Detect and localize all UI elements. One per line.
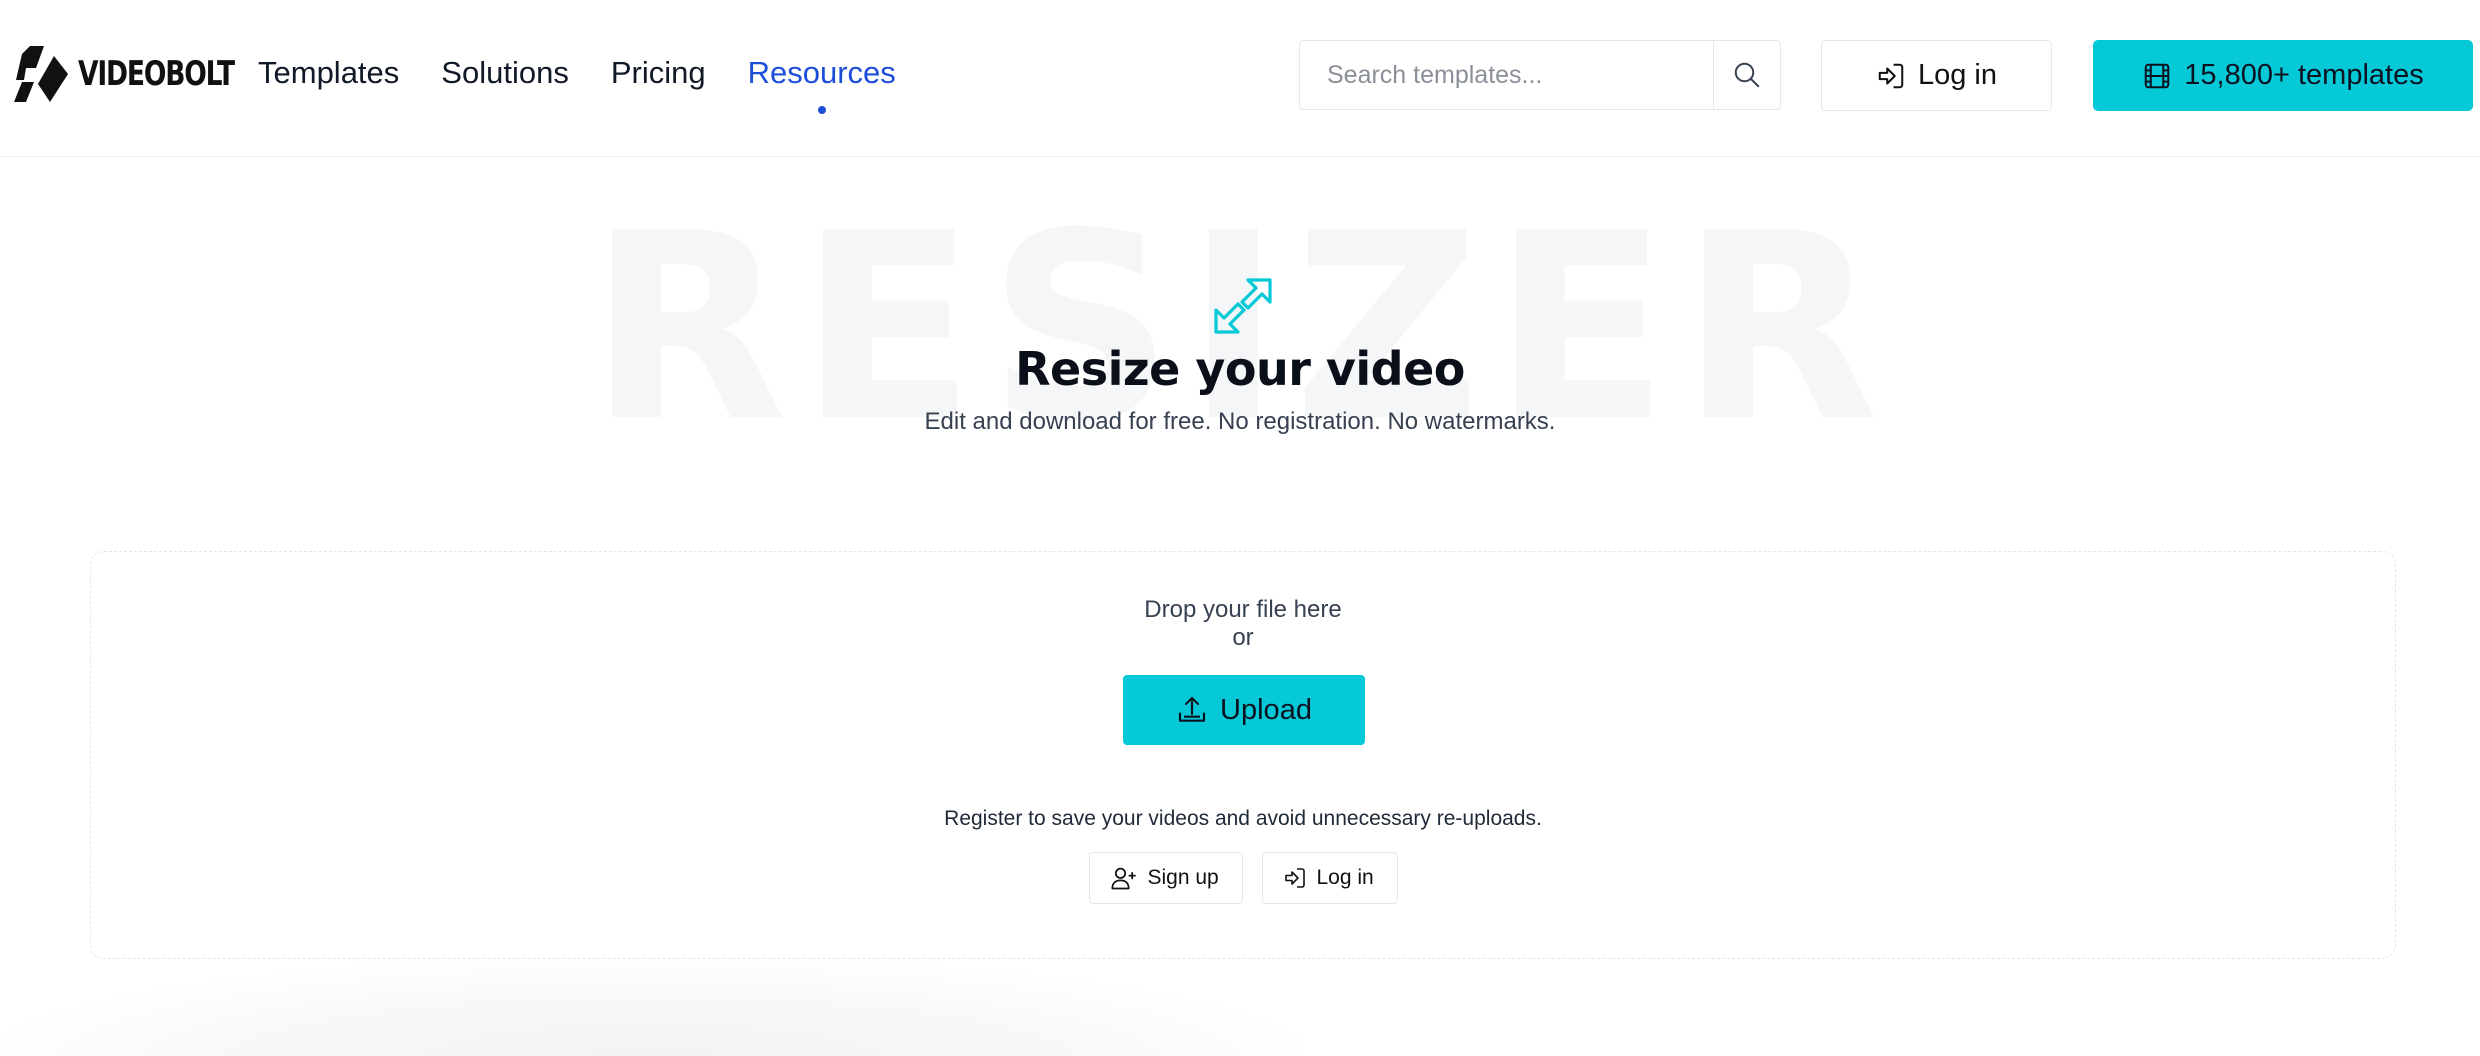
login-icon bbox=[1284, 868, 1305, 888]
signup-button[interactable]: Sign up bbox=[1088, 852, 1243, 904]
register-prompt: Register to save your videos and avoid u… bbox=[944, 807, 1542, 830]
page-title: Resize your video bbox=[1015, 342, 1465, 396]
film-icon bbox=[2145, 63, 2170, 88]
drop-line-1: Drop your file here bbox=[1144, 596, 1342, 623]
header-login-label: Log in bbox=[1917, 59, 1997, 91]
nav-item-solutions[interactable]: Solutions bbox=[441, 50, 569, 96]
site-header: VIDEOBOLT Templates Solutions Pricing Re… bbox=[0, 0, 2480, 157]
templates-cta-label: 15,800+ templates bbox=[2184, 59, 2424, 91]
logo[interactable]: VIDEOBOLT bbox=[14, 44, 278, 104]
upload-icon bbox=[1178, 696, 1206, 722]
nav-item-pricing[interactable]: Pricing bbox=[611, 50, 706, 96]
nav-item-templates[interactable]: Templates bbox=[258, 50, 399, 96]
drop-instructions: Drop your file here or bbox=[91, 596, 2395, 652]
search-input[interactable] bbox=[1300, 41, 1713, 109]
signup-label: Sign up bbox=[1147, 866, 1219, 889]
nav-item-resources-label: Resources bbox=[747, 55, 896, 90]
decorative-shadow bbox=[0, 960, 1300, 1056]
upload-button[interactable]: Upload bbox=[1123, 675, 1365, 745]
search-icon bbox=[1734, 62, 1760, 88]
templates-cta-button[interactable]: 15,800+ templates bbox=[2093, 40, 2473, 111]
auth-buttons: Sign up Log in bbox=[91, 852, 2395, 904]
logo-mark-icon bbox=[14, 46, 68, 102]
brand-name: VIDEOBOLT bbox=[78, 54, 235, 94]
dropzone-login-label: Log in bbox=[1316, 866, 1374, 889]
search-box bbox=[1299, 40, 1781, 110]
search-button[interactable] bbox=[1713, 41, 1780, 109]
active-indicator-dot bbox=[817, 106, 826, 114]
file-dropzone[interactable]: Drop your file here or Upload Register t… bbox=[90, 551, 2396, 959]
main-nav: Templates Solutions Pricing Resources bbox=[258, 50, 938, 114]
drop-line-2: or bbox=[1232, 624, 1254, 651]
resize-arrows-icon bbox=[1214, 278, 1272, 334]
add-user-icon bbox=[1110, 867, 1136, 890]
header-login-button[interactable]: Log in bbox=[1821, 40, 2052, 111]
page-subtitle: Edit and download for free. No registrat… bbox=[924, 408, 1556, 435]
dropzone-login-button[interactable]: Log in bbox=[1261, 852, 1398, 904]
upload-label: Upload bbox=[1220, 693, 1312, 726]
login-icon bbox=[1878, 63, 1904, 88]
nav-item-resources[interactable]: Resources bbox=[747, 50, 896, 114]
